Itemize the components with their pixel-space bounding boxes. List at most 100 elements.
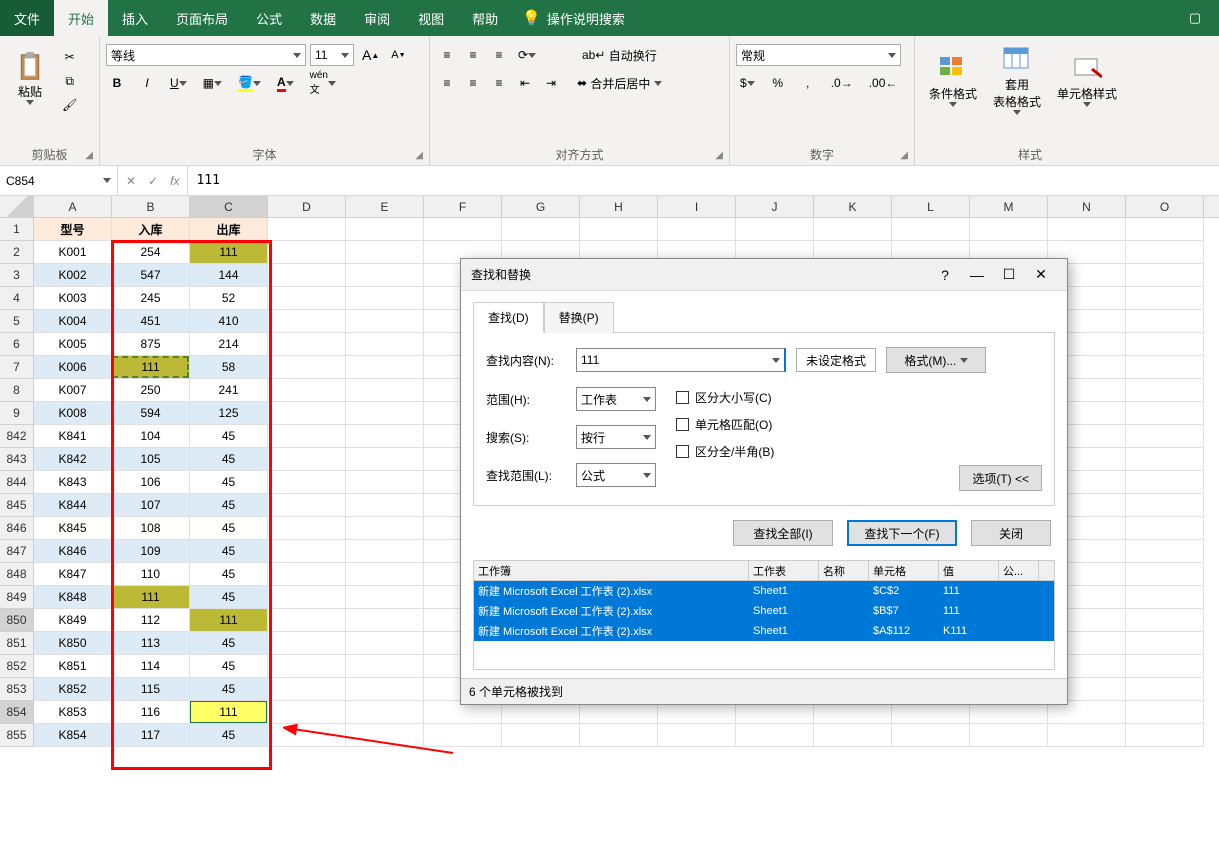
increase-decimal-button[interactable]: .0→ xyxy=(827,72,857,94)
cell[interactable]: 111 xyxy=(190,241,268,264)
cell[interactable]: 45 xyxy=(190,448,268,471)
cell[interactable]: 214 xyxy=(190,333,268,356)
cell[interactable] xyxy=(814,724,892,747)
cell[interactable] xyxy=(268,425,346,448)
cell[interactable] xyxy=(1126,724,1204,747)
cell[interactable]: K847 xyxy=(34,563,112,586)
cell[interactable]: K001 xyxy=(34,241,112,264)
cell[interactable] xyxy=(1126,586,1204,609)
cell[interactable] xyxy=(346,471,424,494)
cell[interactable] xyxy=(346,563,424,586)
cell[interactable]: 106 xyxy=(112,471,190,494)
match-byte-checkbox[interactable]: 区分全/半角(B) xyxy=(676,443,774,460)
result-row[interactable]: 新建 Microsoft Excel 工作表 (2).xlsxSheet1$A$… xyxy=(474,621,1054,641)
find-all-button[interactable]: 查找全部(I) xyxy=(733,520,833,546)
row-header[interactable]: 852 xyxy=(0,655,34,678)
cell[interactable] xyxy=(1126,356,1204,379)
cell[interactable] xyxy=(346,517,424,540)
row-header[interactable]: 848 xyxy=(0,563,34,586)
font-size-select[interactable]: 11 xyxy=(310,44,354,66)
cell[interactable] xyxy=(346,586,424,609)
cancel-icon[interactable]: ✕ xyxy=(126,174,136,188)
cell[interactable]: K849 xyxy=(34,609,112,632)
ribbon-collapse-icon[interactable]: ▢ xyxy=(1177,0,1213,36)
cell[interactable] xyxy=(1126,448,1204,471)
col-header-F[interactable]: F xyxy=(424,196,502,217)
cell[interactable]: K853 xyxy=(34,701,112,724)
cell[interactable]: 451 xyxy=(112,310,190,333)
row-header[interactable]: 3 xyxy=(0,264,34,287)
cell[interactable] xyxy=(346,287,424,310)
cell[interactable]: 109 xyxy=(112,540,190,563)
bold-button[interactable]: B xyxy=(106,72,128,94)
col-book[interactable]: 工作簿 xyxy=(474,561,749,580)
cell[interactable] xyxy=(658,218,736,241)
dialog-launcher-icon[interactable]: ◢ xyxy=(900,150,908,161)
col-header-M[interactable]: M xyxy=(970,196,1048,217)
row-header[interactable]: 849 xyxy=(0,586,34,609)
comma-format-button[interactable]: , xyxy=(797,72,819,94)
cell[interactable] xyxy=(736,218,814,241)
cell[interactable]: 117 xyxy=(112,724,190,747)
cell[interactable]: K851 xyxy=(34,655,112,678)
row-header[interactable]: 8 xyxy=(0,379,34,402)
cell[interactable] xyxy=(268,264,346,287)
cell[interactable] xyxy=(268,563,346,586)
find-next-button[interactable]: 查找下一个(F) xyxy=(847,520,957,546)
cell[interactable] xyxy=(268,471,346,494)
cell[interactable] xyxy=(346,333,424,356)
fill-color-button[interactable]: 🪣 xyxy=(234,72,265,94)
tab-file[interactable]: 文件 xyxy=(0,0,54,36)
borders-button[interactable]: ▦ xyxy=(199,72,226,94)
cell[interactable] xyxy=(346,310,424,333)
cell[interactable] xyxy=(892,218,970,241)
cell[interactable] xyxy=(346,678,424,701)
cell[interactable]: 108 xyxy=(112,517,190,540)
cell[interactable] xyxy=(268,218,346,241)
align-center-button[interactable]: ≡ xyxy=(462,72,484,94)
cell[interactable] xyxy=(268,724,346,747)
cell[interactable]: 110 xyxy=(112,563,190,586)
accounting-format-button[interactable]: $ xyxy=(736,72,759,94)
font-family-select[interactable]: 等线 xyxy=(106,44,306,66)
result-row[interactable]: 新建 Microsoft Excel 工作表 (2).xlsxSheet1$C$… xyxy=(474,581,1054,601)
cell[interactable]: 104 xyxy=(112,425,190,448)
cell[interactable]: K843 xyxy=(34,471,112,494)
lookin-select[interactable]: 公式 xyxy=(576,463,656,487)
cell[interactable] xyxy=(268,448,346,471)
row-header[interactable]: 842 xyxy=(0,425,34,448)
cell[interactable] xyxy=(814,218,892,241)
cell[interactable] xyxy=(346,402,424,425)
cell[interactable]: 111 xyxy=(190,609,268,632)
cell[interactable] xyxy=(268,287,346,310)
cell[interactable]: K008 xyxy=(34,402,112,425)
cell[interactable] xyxy=(1126,425,1204,448)
col-header-I[interactable]: I xyxy=(658,196,736,217)
dialog-launcher-icon[interactable]: ◢ xyxy=(85,150,93,161)
col-header-B[interactable]: B xyxy=(112,196,190,217)
cell[interactable]: 245 xyxy=(112,287,190,310)
col-header-L[interactable]: L xyxy=(892,196,970,217)
dialog-launcher-icon[interactable]: ◢ xyxy=(715,150,723,161)
cell[interactable] xyxy=(1126,402,1204,425)
cell[interactable] xyxy=(1048,724,1126,747)
cell[interactable]: 105 xyxy=(112,448,190,471)
cell[interactable]: 115 xyxy=(112,678,190,701)
cell[interactable] xyxy=(1126,310,1204,333)
cell[interactable]: K003 xyxy=(34,287,112,310)
cell[interactable] xyxy=(1126,701,1204,724)
cell[interactable]: 45 xyxy=(190,425,268,448)
conditional-format-button[interactable]: 条件格式 xyxy=(921,40,985,119)
cell[interactable]: K006 xyxy=(34,356,112,379)
cell[interactable]: 254 xyxy=(112,241,190,264)
cell[interactable] xyxy=(1126,517,1204,540)
cell[interactable] xyxy=(268,655,346,678)
cell[interactable] xyxy=(346,724,424,747)
cell[interactable] xyxy=(346,701,424,724)
cell[interactable] xyxy=(346,218,424,241)
cell[interactable]: 45 xyxy=(190,678,268,701)
cell[interactable] xyxy=(580,218,658,241)
col-header-O[interactable]: O xyxy=(1126,196,1204,217)
tab-help[interactable]: 帮助 xyxy=(458,0,512,36)
fx-icon[interactable]: fx xyxy=(170,174,179,188)
